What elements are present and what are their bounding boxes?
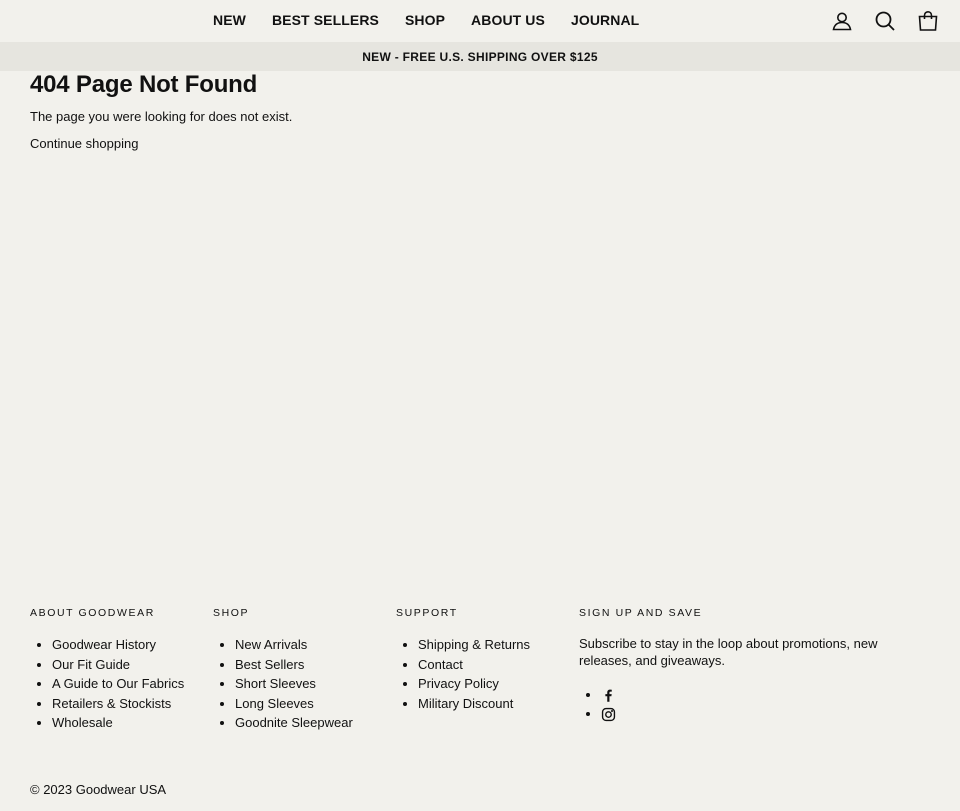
nav-item-best-sellers: BEST SELLERS: [272, 12, 379, 30]
list-item: [601, 685, 909, 704]
cart-button[interactable]: [916, 9, 940, 33]
footer-link-privacy-policy[interactable]: Privacy Policy: [418, 676, 499, 691]
search-button[interactable]: [873, 9, 897, 33]
nav-item-shop: SHOP: [405, 12, 445, 30]
footer-about-list: Goodwear History Our Fit Guide A Guide t…: [30, 635, 184, 733]
footer-link-goodwear-history[interactable]: Goodwear History: [52, 637, 156, 652]
header-icons: [811, 9, 940, 33]
cart-icon: [918, 10, 938, 31]
footer-support-list: Shipping & Returns Contact Privacy Polic…: [396, 635, 530, 713]
list-item: Goodwear History: [52, 635, 184, 655]
list-item: New Arrivals: [235, 635, 353, 655]
footer-link-sleepwear[interactable]: Goodnite Sleepwear: [235, 715, 353, 730]
footer-link-contact[interactable]: Contact: [418, 657, 463, 672]
nav-item-about-us: ABOUT US: [471, 12, 545, 30]
footer-shop-heading: SHOP: [213, 607, 250, 619]
social-links: [579, 685, 909, 723]
signup-description: Subscribe to stay in the loop about prom…: [579, 636, 878, 668]
facebook-icon: [605, 689, 612, 702]
main-content: 404 Page Not Found The page you were loo…: [30, 70, 292, 153]
continue-shopping-link[interactable]: Continue shopping: [30, 136, 138, 151]
instagram-icon: [601, 707, 616, 722]
site-header: NEW BEST SELLERS SHOP ABOUT US JOURNAL: [0, 0, 960, 42]
list-item: Retailers & Stockists: [52, 694, 184, 714]
copyright: © 2023 Goodwear USA: [30, 782, 167, 797]
list-item: [601, 704, 909, 723]
footer-link-retailers[interactable]: Retailers & Stockists: [52, 696, 171, 711]
nav-item-new: NEW: [213, 12, 246, 30]
not-found-message: The page you were looking for does not e…: [30, 109, 293, 124]
footer-signup-column: SIGN UP AND SAVE Subscribe to stay in th…: [579, 607, 909, 723]
main-nav: NEW BEST SELLERS SHOP ABOUT US JOURNAL: [200, 0, 652, 42]
nav-link-new[interactable]: NEW: [213, 12, 246, 28]
list-item: A Guide to Our Fabrics: [52, 674, 184, 694]
user-icon: [832, 12, 852, 31]
footer-support-heading: SUPPORT: [396, 607, 458, 619]
nav-link-journal[interactable]: JOURNAL: [571, 12, 639, 28]
footer-link-wholesale[interactable]: Wholesale: [52, 715, 113, 730]
list-item: Best Sellers: [235, 655, 353, 675]
footer-link-military-discount[interactable]: Military Discount: [418, 696, 513, 711]
footer-link-shipping-returns[interactable]: Shipping & Returns: [418, 637, 530, 652]
footer-about-heading: ABOUT GOODWEAR: [30, 607, 155, 619]
list-item: Contact: [418, 655, 530, 675]
search-icon: [875, 11, 895, 31]
list-item: Military Discount: [418, 694, 530, 714]
footer-link-new-arrivals[interactable]: New Arrivals: [235, 637, 307, 652]
footer-shop-column: SHOP New Arrivals Best Sellers Short Sle…: [213, 607, 353, 733]
footer-link-short-sleeves[interactable]: Short Sleeves: [235, 676, 316, 691]
nav-link-best-sellers[interactable]: BEST SELLERS: [272, 12, 379, 28]
announcement-bar: NEW - FREE U.S. SHIPPING OVER $125: [0, 42, 960, 71]
list-item: Shipping & Returns: [418, 635, 530, 655]
list-item: Our Fit Guide: [52, 655, 184, 675]
footer-link-best-sellers[interactable]: Best Sellers: [235, 657, 304, 672]
announcement-text: NEW - FREE U.S. SHIPPING OVER $125: [362, 49, 598, 64]
footer-about-column: ABOUT GOODWEAR Goodwear History Our Fit …: [30, 607, 184, 733]
footer-link-fit-guide[interactable]: Our Fit Guide: [52, 657, 130, 672]
facebook-link[interactable]: [601, 687, 616, 702]
nav-link-about-us[interactable]: ABOUT US: [471, 12, 545, 28]
list-item: Wholesale: [52, 713, 184, 733]
list-item: Short Sleeves: [235, 674, 353, 694]
account-button[interactable]: [830, 9, 854, 33]
nav-item-journal: JOURNAL: [571, 12, 639, 30]
list-item: Privacy Policy: [418, 674, 530, 694]
list-item: Goodnite Sleepwear: [235, 713, 353, 733]
page-title: 404 Page Not Found: [30, 71, 258, 98]
footer-shop-list: New Arrivals Best Sellers Short Sleeves …: [213, 635, 353, 733]
footer-link-long-sleeves[interactable]: Long Sleeves: [235, 696, 314, 711]
footer-signup-heading: SIGN UP AND SAVE: [579, 607, 703, 619]
footer-link-fabrics-guide[interactable]: A Guide to Our Fabrics: [52, 676, 184, 691]
list-item: Long Sleeves: [235, 694, 353, 714]
instagram-link[interactable]: [601, 706, 616, 722]
footer-support-column: SUPPORT Shipping & Returns Contact Priva…: [396, 607, 530, 713]
nav-link-shop[interactable]: SHOP: [405, 12, 445, 28]
